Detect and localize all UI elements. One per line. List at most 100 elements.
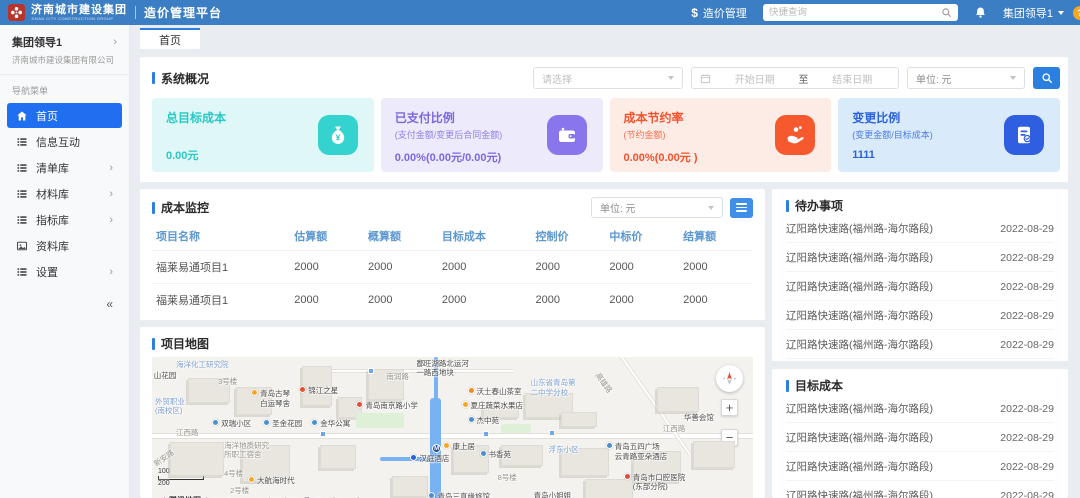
project-map-panel: 项目地图 bbox=[140, 327, 765, 498]
list-item-date: 2022-08-29 bbox=[1000, 339, 1054, 351]
list-item-name: 辽阳路快速路(福州路-海尔路段) bbox=[786, 221, 933, 236]
todo-list: 辽阳路快速路(福州路-海尔路段)2022-08-29辽阳路快速路(福州路-海尔路… bbox=[786, 214, 1054, 359]
poi-dot-icon bbox=[462, 401, 469, 408]
compass-control[interactable] bbox=[716, 365, 743, 392]
overview-search-button[interactable] bbox=[1033, 67, 1060, 89]
search-icon[interactable] bbox=[941, 7, 952, 18]
list-item-date: 2022-08-29 bbox=[1000, 310, 1054, 322]
monitor-unit-select[interactable]: 单位: 元 bbox=[591, 197, 723, 218]
table-cell: 2000 bbox=[605, 251, 679, 284]
stat-card-cost-saving-rate[interactable]: 成本节约率 (节约金额) 0.00%(0.00元 ) bbox=[610, 98, 832, 172]
chevron-down-icon bbox=[1058, 11, 1064, 15]
org-group-name: 集团领导1 bbox=[12, 34, 62, 50]
table-cell: 2000 bbox=[290, 284, 364, 317]
target-cost-panel: 目标成本 辽阳路快速路(福州路-海尔路段)2022-08-29辽阳路快速路(福州… bbox=[772, 369, 1068, 498]
map-building bbox=[170, 442, 224, 475]
map-label: 锦江之星 bbox=[299, 386, 338, 396]
table-header-row: 项目名称估算额概算额目标成本控制价中标价结算额 bbox=[152, 222, 753, 251]
sidebar-item-设置[interactable]: 设置› bbox=[7, 259, 122, 284]
quick-search-box[interactable] bbox=[763, 4, 958, 21]
list-item[interactable]: 辽阳路快速路(福州路-海尔路段)2022-08-29 bbox=[786, 394, 1054, 423]
map-green-area bbox=[501, 424, 531, 433]
table-row[interactable]: 福莱易通项目1200020002000200020002000 bbox=[152, 251, 753, 284]
nav-section-label: 导航菜单 bbox=[0, 75, 129, 102]
chevron-right-icon: › bbox=[109, 266, 113, 278]
map-label: 华善会馆 bbox=[684, 413, 714, 423]
table-cell: 2000 bbox=[679, 284, 753, 317]
org-block[interactable]: 集团领导1 › 济南城市建设集团有限公司 bbox=[0, 25, 129, 75]
sidebar-item-材料库[interactable]: 材料库› bbox=[7, 181, 122, 206]
overview-filters: 请选择 开始日期 至 bbox=[533, 67, 1060, 89]
search-input[interactable] bbox=[769, 7, 941, 18]
list-item-date: 2022-08-29 bbox=[1000, 490, 1054, 498]
poi-dot-icon bbox=[443, 442, 450, 449]
table-row[interactable]: 福莱易通项目1200020002000200020002000 bbox=[152, 284, 753, 317]
title-accent-bar bbox=[152, 202, 155, 214]
money-bag-icon: ¥ bbox=[318, 115, 358, 155]
poi-dot-icon bbox=[468, 387, 475, 394]
unit-select[interactable]: 单位: 元 bbox=[907, 67, 1025, 89]
table-cell: 2000 bbox=[679, 251, 753, 284]
project-select[interactable]: 请选择 bbox=[533, 67, 683, 89]
cost-management-button[interactable]: $ 造价管理 bbox=[691, 5, 747, 21]
map-green-area bbox=[356, 413, 404, 428]
chevron-down-icon bbox=[668, 76, 674, 80]
sidebar-item-指标库[interactable]: 指标库› bbox=[7, 207, 122, 232]
table-cell: 2000 bbox=[605, 284, 679, 317]
table-cell: 2000 bbox=[364, 251, 438, 284]
sidebar-item-label: 资料库 bbox=[36, 238, 69, 254]
sidebar: 集团领导1 › 济南城市建设集团有限公司 导航菜单 首页信息互动清单库›材料库›… bbox=[0, 25, 130, 498]
title-accent-bar bbox=[786, 200, 789, 212]
org-company-name: 济南城市建设集团有限公司 bbox=[12, 54, 117, 66]
main-area: 首页 系统概况 请选择 bbox=[130, 25, 1080, 498]
sidebar-collapse-button[interactable]: « bbox=[0, 285, 129, 323]
stat-card-paid-ratio[interactable]: 已支付比例 (支付金额/变更后合同金额) 0.00%(0.00元/0.00元) bbox=[381, 98, 603, 172]
sidebar-item-信息互动[interactable]: 信息互动 bbox=[7, 129, 122, 154]
help-icon[interactable]: ? bbox=[1073, 6, 1080, 20]
user-menu[interactable]: 集团领导1 bbox=[1003, 5, 1064, 21]
chevron-right-icon: › bbox=[109, 214, 113, 226]
list-item[interactable]: 辽阳路快速路(福州路-海尔路段)2022-08-29 bbox=[786, 423, 1054, 452]
notification-bell-icon[interactable] bbox=[974, 6, 987, 19]
list-item[interactable]: 辽阳路快速路(福州路-海尔路段)2022-08-29 bbox=[786, 452, 1054, 481]
map-zoom-in-button[interactable]: + bbox=[721, 399, 738, 416]
list-item[interactable]: 辽阳路快速路(福州路-海尔路段)2022-08-29 bbox=[786, 243, 1054, 272]
sidebar-nav: 首页信息互动清单库›材料库›指标库›资料库设置› bbox=[0, 103, 129, 284]
sidebar-item-清单库[interactable]: 清单库› bbox=[7, 155, 122, 180]
list-item[interactable]: 辽阳路快速路(福州路-海尔路段)2022-08-29 bbox=[786, 214, 1054, 243]
target-cost-list: 辽阳路快速路(福州路-海尔路段)2022-08-29辽阳路快速路(福州路-海尔路… bbox=[786, 394, 1054, 498]
map-road bbox=[152, 433, 753, 439]
sidebar-item-label: 清单库 bbox=[36, 160, 69, 176]
list-item[interactable]: 辽阳路快速路(福州路-海尔路段)2022-08-29 bbox=[786, 330, 1054, 359]
map-label: 浮东小区 bbox=[549, 445, 579, 455]
table-cell: 福莱易通项目1 bbox=[152, 251, 290, 284]
poi-dot-icon bbox=[468, 416, 475, 423]
stat-card-change-ratio[interactable]: 变更比例 (变更金额/目标成本) 1111 bbox=[838, 98, 1060, 172]
company-subtitle: JINAN CITY CONSTRUCTION GROUP bbox=[31, 17, 127, 21]
map-building bbox=[693, 441, 735, 468]
map-label: 外贸职业 (南校区) bbox=[155, 397, 185, 417]
map-label: 江西路 bbox=[176, 428, 199, 438]
map-label: 金华公寓 bbox=[311, 419, 350, 429]
sidebar-item-首页[interactable]: 首页 bbox=[7, 103, 122, 128]
list-icon bbox=[16, 136, 28, 148]
map-canvas[interactable]: + − 100米 200 bbox=[152, 357, 753, 498]
stat-card-total-target-cost[interactable]: 总目标成本 0.00元 ¥ bbox=[152, 98, 374, 172]
user-name: 集团领导1 bbox=[1003, 5, 1053, 21]
sidebar-item-资料库[interactable]: 资料库 bbox=[7, 233, 122, 258]
table-cell: 2000 bbox=[290, 251, 364, 284]
list-view-button[interactable] bbox=[730, 198, 753, 218]
list-item[interactable]: 辽阳路快速路(福州路-海尔路段)2022-08-29 bbox=[786, 301, 1054, 330]
chevron-right-icon: › bbox=[113, 36, 117, 48]
tab-home[interactable]: 首页 bbox=[140, 28, 200, 49]
list-item[interactable]: 辽阳路快速路(福州路-海尔路段)2022-08-29 bbox=[786, 272, 1054, 301]
list-item-date: 2022-08-29 bbox=[1000, 432, 1054, 444]
table-cell: 2000 bbox=[532, 284, 606, 317]
map-label: 山花园 bbox=[154, 371, 177, 381]
list-item[interactable]: 辽阳路快速路(福州路-海尔路段)2022-08-29 bbox=[786, 481, 1054, 498]
date-range-picker[interactable]: 开始日期 至 结束日期 bbox=[691, 67, 899, 89]
column-header: 项目名称 bbox=[152, 222, 290, 251]
bus-stop-icon bbox=[549, 430, 555, 436]
list-item-name: 辽阳路快速路(福州路-海尔路段) bbox=[786, 279, 933, 294]
app-header: 济南城市建设集团 JINAN CITY CONSTRUCTION GROUP 造… bbox=[0, 0, 1080, 25]
